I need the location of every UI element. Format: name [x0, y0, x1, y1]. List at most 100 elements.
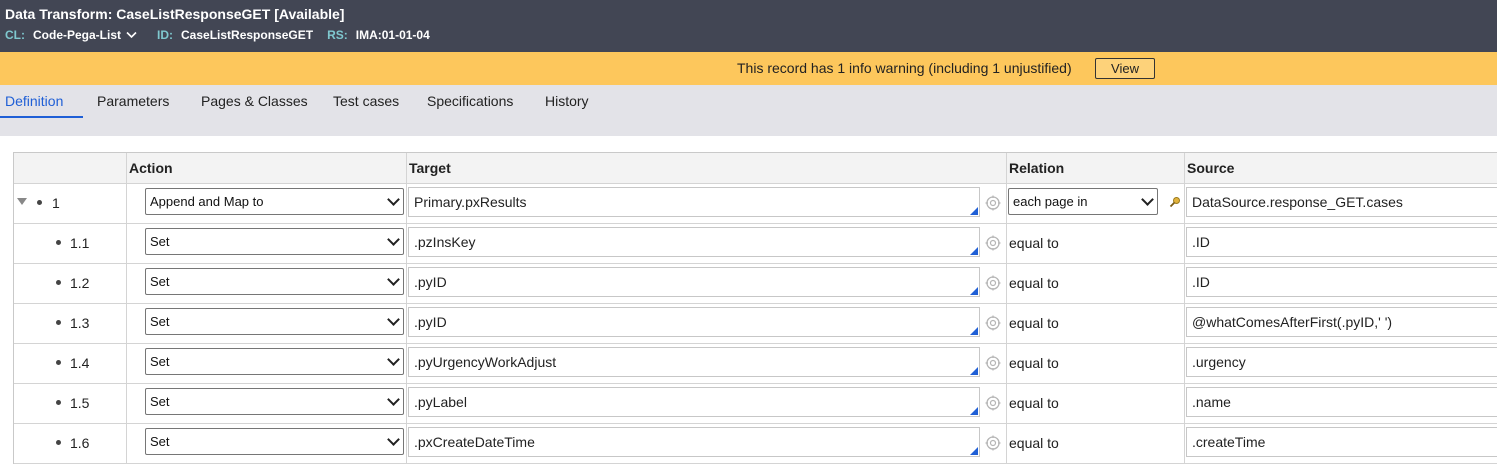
transform-grid: Action Target Relation Source 1 Append a…: [13, 152, 1497, 464]
bullet-icon: [56, 400, 61, 405]
source-value: .name: [1192, 394, 1231, 410]
table-row: 1.5 Set .pyLabel equal to .name: [14, 383, 1497, 424]
record-meta: CL: Code-Pega-List ID: CaseListResponseG…: [5, 28, 430, 42]
source-field[interactable]: .ID: [1186, 227, 1497, 257]
chevron-down-icon: [387, 353, 400, 366]
source-field[interactable]: .createTime: [1186, 427, 1497, 457]
action-select-value: Set: [150, 274, 170, 289]
autocomplete-corner-icon: [970, 207, 978, 215]
target-field[interactable]: Primary.pxResults: [408, 187, 980, 217]
source-value: .ID: [1192, 274, 1210, 290]
target-field[interactable]: .pxCreateDateTime: [408, 427, 980, 457]
tab-test-cases[interactable]: Test cases: [333, 93, 399, 109]
tab-pages-classes[interactable]: Pages & Classes: [201, 93, 308, 109]
view-warnings-button[interactable]: View: [1095, 58, 1155, 79]
chevron-down-icon: [387, 433, 400, 446]
rs-value: IMA:01-01-04: [355, 28, 430, 42]
target-field[interactable]: .pyLabel: [408, 387, 980, 417]
autocomplete-corner-icon: [970, 447, 978, 455]
relation-select-value: each page in: [1013, 194, 1088, 209]
chevron-down-icon: [387, 233, 400, 246]
source-value: @whatComesAfterFirst(.pyID,' '): [1192, 314, 1393, 330]
crosshair-icon[interactable]: [985, 355, 1001, 371]
chevron-down-icon: [387, 273, 400, 286]
crosshair-icon[interactable]: [985, 395, 1001, 411]
chevron-down-icon[interactable]: [126, 28, 137, 42]
record-header: Data Transform: CaseListResponseGET [Ava…: [0, 0, 1497, 52]
target-field[interactable]: .pyUrgencyWorkAdjust: [408, 347, 980, 377]
crosshair-icon[interactable]: [985, 315, 1001, 331]
tab-specifications[interactable]: Specifications: [427, 93, 513, 109]
source-value: .createTime: [1192, 434, 1266, 450]
relation-text: equal to: [1009, 355, 1059, 371]
autocomplete-corner-icon: [970, 247, 978, 255]
crosshair-icon[interactable]: [985, 435, 1001, 451]
table-row: 1.4 Set .pyUrgencyWorkAdjust equal to .u…: [14, 343, 1497, 384]
source-field[interactable]: .urgency: [1186, 347, 1497, 377]
target-field[interactable]: .pzInsKey: [408, 227, 980, 257]
bullet-icon: [56, 280, 61, 285]
target-field[interactable]: .pyID: [408, 267, 980, 297]
target-value: .pxCreateDateTime: [414, 434, 535, 450]
search-icon[interactable]: [1169, 196, 1181, 208]
rs-label: RS:: [327, 28, 348, 42]
cl-label: CL:: [5, 28, 25, 42]
relation-select[interactable]: each page in: [1008, 188, 1158, 215]
collapse-triangle-icon[interactable]: [17, 198, 27, 205]
id-value: CaseListResponseGET: [181, 28, 314, 42]
column-header-action: Action: [126, 153, 407, 183]
bullet-icon: [56, 440, 61, 445]
action-select[interactable]: Set: [145, 268, 404, 295]
tab-definition[interactable]: Definition: [5, 93, 63, 109]
warning-text: This record has 1 info warning (includin…: [737, 60, 1072, 76]
tab-parameters[interactable]: Parameters: [97, 93, 169, 109]
relation-text: equal to: [1009, 235, 1059, 251]
action-select[interactable]: Set: [145, 428, 404, 455]
row-number: 1: [52, 195, 60, 211]
warning-bar: This record has 1 info warning (includin…: [0, 52, 1497, 85]
source-field[interactable]: DataSource.response_GET.cases: [1186, 187, 1497, 217]
table-row: 1.6 Set .pxCreateDateTime equal to .crea…: [14, 423, 1497, 464]
source-value: .urgency: [1192, 354, 1246, 370]
table-row: 1.1 Set .pzInsKey equal to .ID: [14, 223, 1497, 264]
action-select[interactable]: Set: [145, 228, 404, 255]
action-select[interactable]: Set: [145, 388, 404, 415]
source-field[interactable]: .name: [1186, 387, 1497, 417]
row-number: 1.1: [70, 235, 90, 251]
tab-bar: Definition Parameters Pages & Classes Te…: [0, 85, 1497, 136]
active-tab-indicator: [0, 116, 83, 118]
action-select[interactable]: Append and Map to: [145, 188, 404, 215]
autocomplete-corner-icon: [970, 407, 978, 415]
row-number: 1.2: [70, 275, 90, 291]
crosshair-icon[interactable]: [985, 235, 1001, 251]
source-field[interactable]: @whatComesAfterFirst(.pyID,' '): [1186, 307, 1497, 337]
relation-text: equal to: [1009, 275, 1059, 291]
autocomplete-corner-icon: [970, 367, 978, 375]
chevron-down-icon: [387, 193, 400, 206]
tab-history[interactable]: History: [545, 93, 589, 109]
action-select[interactable]: Set: [145, 308, 404, 335]
table-row: 1.3 Set .pyID equal to @whatComesAfterFi…: [14, 303, 1497, 344]
autocomplete-corner-icon: [970, 287, 978, 295]
bullet-icon: [37, 200, 42, 205]
action-select-value: Set: [150, 234, 170, 249]
bullet-icon: [56, 320, 61, 325]
target-value: .pyLabel: [414, 394, 467, 410]
relation-text: equal to: [1009, 315, 1059, 331]
target-field[interactable]: .pyID: [408, 307, 980, 337]
bullet-icon: [56, 360, 61, 365]
class-link[interactable]: Code-Pega-List: [33, 28, 121, 42]
action-select-value: Append and Map to: [150, 194, 264, 209]
action-select[interactable]: Set: [145, 348, 404, 375]
source-field[interactable]: .ID: [1186, 267, 1497, 297]
record-title: Data Transform: CaseListResponseGET [Ava…: [5, 6, 344, 22]
bullet-icon: [56, 240, 61, 245]
action-select-value: Set: [150, 434, 170, 449]
action-select-value: Set: [150, 354, 170, 369]
column-header-source: Source: [1184, 153, 1497, 183]
row-number: 1.5: [70, 395, 90, 411]
record-title-text: Data Transform: CaseListResponseGET: [5, 6, 271, 22]
chevron-down-icon: [387, 393, 400, 406]
crosshair-icon[interactable]: [985, 275, 1001, 291]
crosshair-icon[interactable]: [985, 195, 1001, 211]
